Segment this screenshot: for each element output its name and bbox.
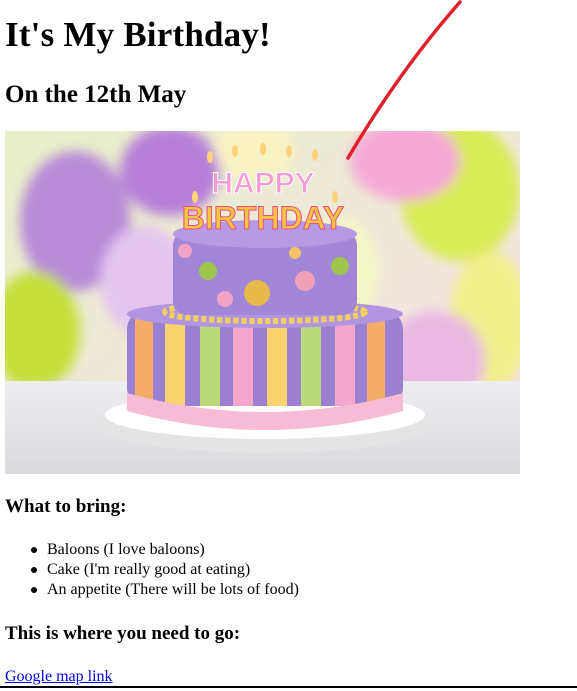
bottom-divider xyxy=(0,686,577,688)
birthday-cake-image: HAPPY BIRTHDAY xyxy=(5,131,520,474)
directions-heading: This is where you need to go: xyxy=(5,623,241,644)
bring-heading: What to bring: xyxy=(5,496,127,517)
page-title: It's My Birthday! xyxy=(5,15,271,54)
bullet-icon xyxy=(31,587,37,593)
topper-line-1: HAPPY xyxy=(211,167,314,200)
bullet-icon xyxy=(31,567,37,573)
list-item-text: An appetite (There will be lots of food) xyxy=(47,581,299,598)
google-map-link[interactable]: Google map link xyxy=(5,667,113,687)
list-item-text: Baloons (I love baloons) xyxy=(47,541,205,558)
list-item-text: Cake (I'm really good at eating) xyxy=(47,561,251,578)
list-item: An appetite (There will be lots of food) xyxy=(31,580,299,600)
bring-list: Baloons (I love baloons) Cake (I'm reall… xyxy=(5,540,299,600)
list-item: Cake (I'm really good at eating) xyxy=(31,560,299,580)
list-item: Baloons (I love baloons) xyxy=(31,540,299,560)
bullet-icon xyxy=(31,547,37,553)
date-heading: On the 12th May xyxy=(5,81,187,108)
topper-line-2: BIRTHDAY xyxy=(182,200,344,236)
